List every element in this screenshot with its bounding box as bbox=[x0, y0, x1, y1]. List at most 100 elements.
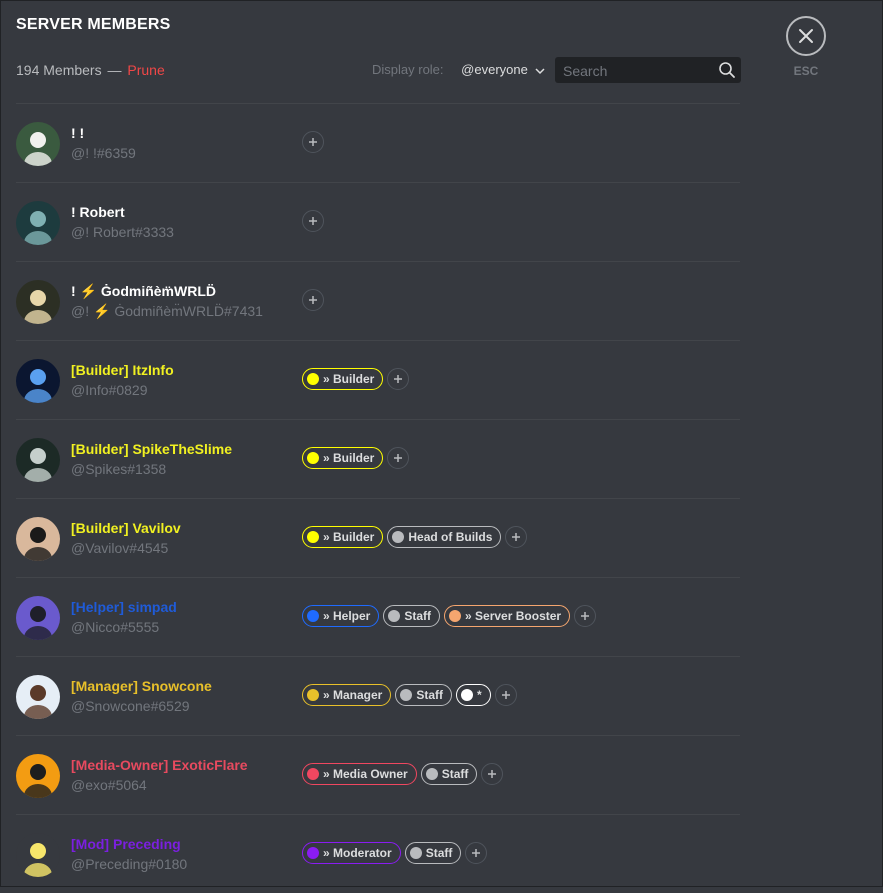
member-name: [Mod] Preceding bbox=[71, 836, 181, 852]
role-color-dot[interactable] bbox=[307, 847, 319, 859]
display-role-value[interactable]: @everyone bbox=[461, 62, 528, 77]
add-role-button[interactable] bbox=[387, 368, 410, 390]
role-pill[interactable]: » Builder bbox=[302, 526, 384, 548]
role-pill[interactable]: Head of Builds bbox=[387, 526, 502, 548]
member-tag: @Vavilov#4545 bbox=[71, 540, 169, 556]
role-color-dot[interactable] bbox=[307, 452, 319, 464]
plus-icon bbox=[309, 296, 317, 304]
avatar[interactable] bbox=[16, 438, 60, 482]
member-count: 194 Members bbox=[16, 62, 102, 78]
member-row[interactable]: ! ⚡ Ġodmiñèm̈WRLD̈ @! ⚡ Ġodmiñèm̈WRLD̈#74… bbox=[16, 261, 740, 340]
role-pill[interactable]: Staff bbox=[404, 842, 462, 864]
add-role-button[interactable] bbox=[302, 210, 324, 232]
member-tag: @exo#5064 bbox=[71, 777, 147, 793]
role-color-dot[interactable] bbox=[307, 531, 319, 543]
search-input[interactable] bbox=[561, 61, 715, 81]
role-color-dot[interactable] bbox=[425, 768, 438, 780]
role-pill[interactable]: » Moderator bbox=[302, 842, 401, 864]
avatar-image bbox=[16, 833, 60, 877]
role-pill[interactable]: » Builder bbox=[302, 447, 384, 469]
member-row[interactable]: [Helper] simpad @Nicco#5555» Helper Staff»… bbox=[16, 577, 740, 656]
add-role-button[interactable] bbox=[505, 526, 528, 548]
role-list: » Moderator Staff bbox=[302, 842, 488, 864]
member-tag: @! ⚡ Ġodmiñèm̈WRLD̈#7431 bbox=[71, 303, 263, 319]
member-row[interactable]: [Builder] SpikeTheSlime @Spikes#1358 » Bui… bbox=[16, 419, 740, 498]
avatar-image bbox=[16, 280, 60, 324]
role-pill[interactable]: » Builder bbox=[302, 368, 384, 390]
member-row[interactable]: ! ! @! !#6359 bbox=[16, 103, 740, 182]
member-name: ! ! bbox=[71, 125, 85, 141]
role-pill[interactable]: » Manager bbox=[302, 684, 392, 706]
add-role-button[interactable] bbox=[302, 131, 324, 153]
search-icon[interactable] bbox=[718, 61, 736, 79]
role-color-dot[interactable] bbox=[409, 847, 422, 859]
avatar[interactable] bbox=[16, 754, 60, 798]
role-list bbox=[302, 131, 324, 153]
chevron-down-icon[interactable] bbox=[535, 67, 545, 75]
add-role-button[interactable] bbox=[465, 842, 488, 864]
avatar[interactable] bbox=[16, 675, 60, 719]
role-label: » Moderator bbox=[323, 846, 392, 860]
close-button[interactable] bbox=[786, 16, 826, 56]
prune-link[interactable]: Prune bbox=[127, 62, 164, 78]
display-role-filter[interactable]: Display role: @everyone bbox=[372, 62, 545, 77]
add-role-button[interactable] bbox=[494, 684, 517, 706]
plus-icon bbox=[309, 138, 317, 146]
avatar-image bbox=[16, 754, 60, 798]
member-row[interactable]: [Manager] Snowcone @Snowcone#6529 » Manage… bbox=[16, 656, 740, 735]
close-icon bbox=[799, 29, 813, 43]
avatar[interactable] bbox=[16, 359, 60, 403]
role-color-dot[interactable] bbox=[392, 531, 405, 543]
role-color-dot[interactable] bbox=[400, 689, 413, 701]
add-role-button[interactable] bbox=[481, 763, 504, 785]
avatar-image bbox=[16, 359, 60, 403]
member-row[interactable]: [Media-Owner] ExoticFlare @exo#5064 » Medi… bbox=[16, 735, 740, 814]
avatar[interactable] bbox=[16, 122, 60, 166]
plus-icon bbox=[309, 217, 317, 225]
avatar[interactable] bbox=[16, 517, 60, 561]
role-pill[interactable]: » Media Owner bbox=[302, 763, 417, 785]
member-row[interactable]: [Builder] Vavilov @Vavilov#4545 » Builder H… bbox=[16, 498, 740, 577]
role-color-dot[interactable] bbox=[307, 768, 319, 780]
add-role-button[interactable] bbox=[302, 289, 324, 311]
role-label: » Builder bbox=[323, 372, 375, 386]
role-color-dot[interactable] bbox=[388, 610, 401, 622]
search-box[interactable] bbox=[555, 57, 741, 83]
member-row[interactable]: [Builder] ItzInfo @Info#0829 » Builder bbox=[16, 340, 740, 419]
avatar[interactable] bbox=[16, 280, 60, 324]
member-name: [Manager] Snowcone bbox=[71, 678, 212, 694]
role-color-dot[interactable] bbox=[307, 689, 319, 701]
role-pill[interactable]: » Helper bbox=[302, 605, 380, 627]
role-list: » Media Owner Staff bbox=[302, 763, 504, 785]
role-label: Staff bbox=[416, 688, 444, 702]
member-row[interactable]: ! Robert @! Robert#3333 bbox=[16, 182, 740, 261]
avatar[interactable] bbox=[16, 596, 60, 640]
role-color-dot[interactable] bbox=[449, 610, 462, 622]
role-pill[interactable]: Staff bbox=[395, 684, 453, 706]
member-name: [Media-Owner] ExoticFlare bbox=[71, 757, 248, 773]
plus-icon bbox=[581, 612, 590, 620]
member-summary: 194 Members — Prune bbox=[16, 62, 165, 78]
display-role-label: Display role: bbox=[372, 62, 444, 77]
role-label: Staff bbox=[425, 846, 453, 860]
avatar[interactable] bbox=[16, 201, 60, 245]
add-role-button[interactable] bbox=[574, 605, 597, 627]
role-list bbox=[302, 210, 324, 232]
role-color-dot[interactable] bbox=[307, 373, 319, 385]
plus-icon bbox=[472, 849, 481, 857]
member-row[interactable]: [Mod] Preceding @Preceding#0180 » Moderato… bbox=[16, 814, 740, 893]
avatar[interactable] bbox=[16, 833, 60, 877]
plus-icon bbox=[394, 454, 403, 462]
member-name: ! Robert bbox=[71, 204, 125, 220]
role-color-dot[interactable] bbox=[307, 610, 319, 622]
role-list: » Builder bbox=[302, 447, 410, 469]
role-pill[interactable]: * bbox=[456, 684, 491, 706]
member-tag: @Info#0829 bbox=[71, 382, 148, 398]
member-tag: @Spikes#1358 bbox=[71, 461, 167, 477]
role-color-dot[interactable] bbox=[461, 689, 474, 701]
add-role-button[interactable] bbox=[387, 447, 410, 469]
role-pill[interactable]: » Server Booster bbox=[444, 605, 571, 627]
role-pill[interactable]: Staff bbox=[420, 763, 478, 785]
role-pill[interactable]: Staff bbox=[383, 605, 441, 627]
member-tag: @! Robert#3333 bbox=[71, 224, 174, 240]
